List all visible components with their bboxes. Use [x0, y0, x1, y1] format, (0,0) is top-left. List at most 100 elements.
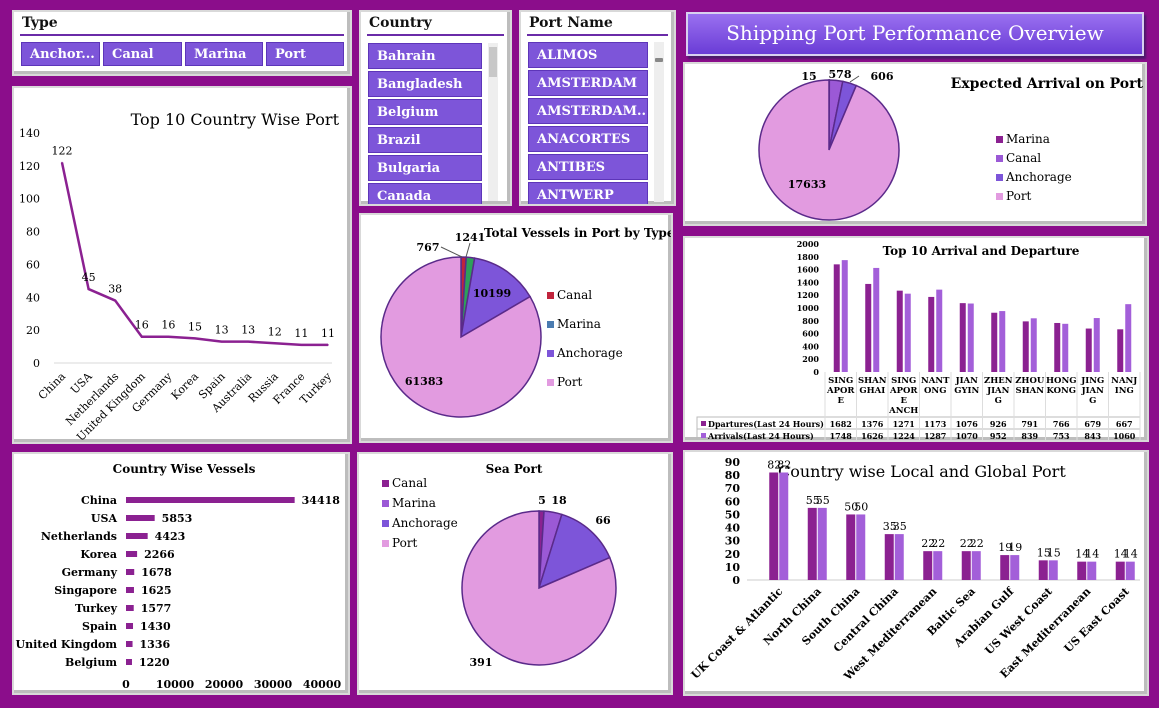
x-tick-label: 40000 [303, 678, 342, 691]
x-tick-label: 20000 [205, 678, 244, 691]
legend-swatch [996, 155, 1003, 162]
data-label: 1577 [141, 602, 172, 615]
data-point [61, 161, 63, 164]
port-option[interactable]: ALIMOS [528, 42, 648, 68]
y-tick-label: 200 [802, 354, 819, 364]
data-label: 1287 [924, 431, 946, 440]
type-option-anchorage[interactable]: Anchor... [21, 42, 100, 66]
chart-title: Top 10 Arrival and Departure [883, 244, 1080, 258]
y-tick-label: 140 [19, 127, 40, 140]
legend-swatch [547, 292, 554, 299]
data-label: 791 [1021, 419, 1038, 429]
bar [126, 641, 133, 647]
y-tick-label: Netherlands [41, 530, 117, 543]
bar [1054, 322, 1061, 372]
x-tick-label: NANT [921, 376, 950, 386]
port-option[interactable]: ANTWERP [528, 182, 648, 204]
data-label: 1241 [455, 231, 486, 244]
data-label: 1271 [893, 419, 915, 429]
x-tick-label: GHAI [859, 386, 885, 396]
legend-swatch [382, 480, 389, 487]
country-scrollbar[interactable] [488, 43, 498, 201]
y-tick-label: 120 [19, 160, 40, 173]
x-tick-label: 30000 [254, 678, 293, 691]
bar [769, 472, 779, 580]
type-slicer: Type Anchor... Canal Marina Port [12, 10, 352, 76]
data-label: 578 [829, 68, 852, 81]
y-tick-label: USA [91, 512, 118, 525]
data-label: 19 [1008, 541, 1022, 554]
data-label: 22 [931, 537, 945, 550]
data-label: 12 [268, 325, 282, 338]
data-label: 82 [777, 458, 791, 471]
data-label: 1678 [141, 566, 172, 579]
type-option-canal[interactable]: Canal [103, 42, 182, 66]
x-tick-label: SING [891, 376, 916, 386]
port-name-scrollbar[interactable] [654, 42, 664, 202]
country-option[interactable]: Belgium [368, 99, 482, 125]
bar [971, 551, 981, 580]
legend-label: Canal [392, 476, 427, 490]
data-label: 1682 [830, 419, 852, 429]
data-label: 50 [854, 500, 868, 513]
x-tick-label: Korea [169, 370, 202, 403]
data-label: 667 [1116, 419, 1133, 429]
country-option[interactable]: Bahrain [368, 43, 482, 69]
top10-country-chart-panel: Top 10 Country Wise Port 0 20 40 60 80 100 120 1… [12, 86, 352, 444]
port-option[interactable]: ANACORTES [528, 126, 648, 152]
type-option-port[interactable]: Port [266, 42, 344, 66]
y-tick-label: 1800 [797, 252, 820, 262]
port-option[interactable]: AMSTERDAM [528, 70, 648, 96]
bar [846, 514, 856, 580]
bar [126, 587, 134, 593]
country-option[interactable]: Bulgaria [368, 155, 482, 181]
data-label: 1376 [861, 419, 884, 429]
x-tick-label: G [995, 396, 1002, 406]
x-tick-label: US West Coast [982, 584, 1055, 657]
x-tick-label: US East Coast [1062, 584, 1133, 655]
leader-line [465, 242, 471, 258]
data-label: 16 [135, 319, 149, 332]
country-option[interactable]: Brazil [368, 127, 482, 153]
y-tick-label: 60 [725, 495, 741, 508]
y-tick-label: 40 [725, 522, 741, 535]
legend-label: Marina [1006, 132, 1050, 146]
x-tick-label: JING [1080, 376, 1104, 386]
arrival-departure-panel: Top 10 Arrival and Departure 0 200 400 600 80… [683, 236, 1149, 442]
legend-label: Anchorage [556, 346, 623, 360]
data-label: 1430 [140, 620, 171, 633]
legend-label: Arrivals(Last 24 Hours) [707, 431, 814, 440]
y-tick-label: 1600 [797, 265, 820, 275]
y-tick-label: 80 [725, 469, 741, 482]
data-label: 606 [871, 70, 894, 83]
bar [1030, 318, 1037, 372]
data-label: 926 [990, 419, 1007, 429]
y-tick-label: 1000 [797, 303, 820, 313]
port-option[interactable]: AMSTERDAM... [528, 98, 648, 124]
bar [126, 551, 138, 557]
data-label: 22 [970, 537, 984, 550]
bar [904, 293, 911, 372]
x-tick-label: 10000 [156, 678, 195, 691]
y-tick-label: 80 [26, 226, 40, 239]
bar [936, 289, 943, 372]
bar [873, 267, 880, 372]
type-option-marina[interactable]: Marina [185, 42, 263, 66]
data-label: 14 [1085, 548, 1099, 561]
port-option[interactable]: ANTIBES [528, 154, 648, 180]
data-label: 766 [1053, 419, 1070, 429]
y-tick-label: 0 [33, 357, 40, 370]
y-tick-label: 100 [19, 193, 40, 206]
data-point [327, 344, 329, 346]
country-option[interactable]: Bangladesh [368, 71, 482, 97]
bar [928, 296, 935, 372]
bar [126, 623, 134, 629]
bar [1022, 321, 1029, 372]
bar [1125, 561, 1135, 580]
country-option[interactable]: Canada [368, 183, 482, 204]
y-tick-label: 400 [802, 341, 819, 351]
vessels-by-type-panel: Total Vessels in Port by Type 767 1241 1019… [359, 213, 673, 443]
type-slicer-title: Type [22, 15, 58, 31]
data-label: 767 [417, 241, 440, 254]
country-scroll-thumb[interactable] [489, 47, 497, 77]
